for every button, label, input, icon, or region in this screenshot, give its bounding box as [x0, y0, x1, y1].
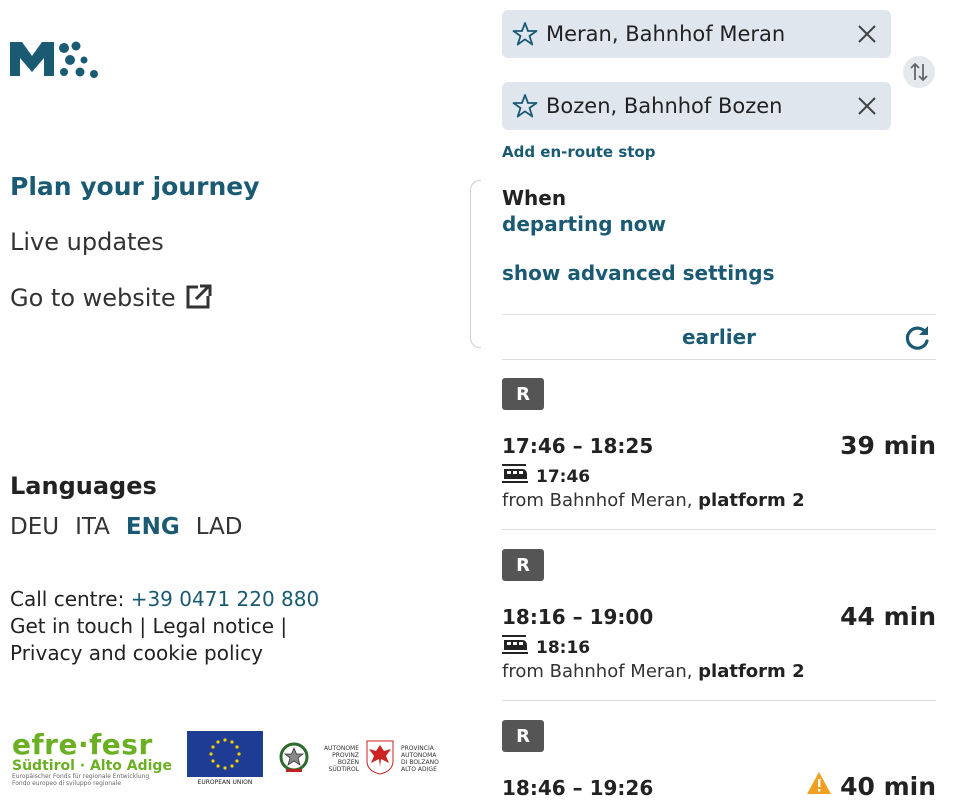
footer-contact: Call centre: +39 0471 220 880 Get in tou… — [10, 586, 360, 667]
earlier-button[interactable]: earlier — [502, 315, 936, 359]
eu-logo: EUROPEAN UNION — [186, 731, 264, 787]
language-selector: DEU ITA ENG LAD — [10, 514, 243, 540]
funding-logos: efre·fesr Südtirol · Alto Adige Europäis… — [12, 728, 439, 790]
nav-go-to-website[interactable]: Go to website — [10, 283, 212, 315]
lang-eng[interactable]: ENG — [126, 514, 180, 540]
panel-divider — [470, 180, 481, 348]
nav-plan-journey[interactable]: Plan your journey — [10, 172, 260, 201]
add-enroute-stop-link[interactable]: Add en-route stop — [502, 143, 655, 161]
train-icon — [502, 464, 528, 489]
origin-value[interactable]: Meran, Bahnhof Meran — [546, 22, 855, 46]
line-badge: R — [502, 549, 544, 581]
departure-info: from Bahnhof Meran, platform 2 — [502, 661, 805, 682]
app-logo[interactable] — [10, 36, 100, 80]
lang-ita[interactable]: ITA — [75, 514, 110, 540]
line-badge: R — [502, 720, 544, 752]
swap-arrows-icon — [910, 62, 928, 82]
trip-duration: 39 min — [840, 431, 936, 460]
train-icon — [502, 635, 528, 660]
efre-logo: efre·fesr Südtirol · Alto Adige Europäis… — [12, 728, 172, 788]
trip-duration: 44 min — [840, 602, 936, 631]
origin-field[interactable]: Meran, Bahnhof Meran — [502, 10, 891, 58]
destination-field[interactable]: Bozen, Bahnhof Bozen — [502, 82, 891, 130]
call-centre-label: Call centre: — [10, 587, 131, 611]
nav-website-label: Go to website — [10, 284, 176, 312]
divider — [502, 359, 936, 360]
languages-title: Languages — [10, 472, 157, 500]
external-link-icon — [186, 283, 212, 315]
departure-info: from Bahnhof Meran, platform 2 — [502, 490, 805, 511]
trip-duration-row: 40 min — [806, 771, 936, 801]
italy-emblem-icon — [278, 739, 310, 779]
divider — [502, 700, 936, 701]
when-label: When — [502, 186, 567, 210]
destination-value[interactable]: Bozen, Bahnhof Bozen — [546, 94, 855, 118]
star-icon[interactable] — [512, 93, 538, 119]
nav-live-updates[interactable]: Live updates — [10, 228, 164, 256]
departure-time: 18:16 — [536, 637, 591, 658]
trip-duration: 40 min — [840, 771, 936, 801]
swap-stops-button[interactable] — [903, 56, 935, 88]
trip-times: 18:46 – 19:26 — [502, 776, 654, 800]
province-label-de: AUTONOME PROVINZ BOZEN SÜDTIROL — [323, 745, 360, 773]
star-icon[interactable] — [512, 21, 538, 47]
lang-deu[interactable]: DEU — [10, 514, 59, 540]
privacy-link[interactable]: Privacy and cookie policy — [10, 640, 360, 667]
trip-result[interactable]: R 17:46 – 18:25 39 min 17:46 from Bahnho… — [502, 378, 936, 528]
trip-times: 17:46 – 18:25 — [502, 434, 654, 458]
departure-row: 17:46 — [502, 464, 590, 489]
province-label-it: PROVINCIA AUTONOMA DI BOLZANO ALTO ADIGE — [401, 745, 439, 773]
call-centre-phone[interactable]: +39 0471 220 880 — [131, 587, 320, 611]
trip-result[interactable]: R 18:16 – 19:00 44 min 18:16 from Bahnho… — [502, 549, 936, 699]
departure-row: 18:16 — [502, 635, 590, 660]
warning-icon — [806, 771, 832, 801]
when-value-link[interactable]: departing now — [502, 212, 666, 236]
south-tyrol-eagle-icon — [365, 739, 395, 779]
clear-origin-icon[interactable] — [855, 22, 879, 46]
departure-time: 17:46 — [536, 466, 591, 487]
trip-times: 18:16 – 19:00 — [502, 605, 654, 629]
clear-destination-icon[interactable] — [855, 94, 879, 118]
lang-lad[interactable]: LAD — [196, 514, 243, 540]
divider — [502, 529, 936, 530]
footer-links[interactable]: Get in touch | Legal notice | — [10, 613, 360, 640]
advanced-settings-link[interactable]: show advanced settings — [502, 261, 775, 285]
refresh-icon[interactable] — [902, 323, 932, 353]
line-badge: R — [502, 378, 544, 410]
trip-result[interactable]: R 18:46 – 19:26 40 min — [502, 720, 936, 801]
eu-flag-icon — [186, 731, 263, 777]
